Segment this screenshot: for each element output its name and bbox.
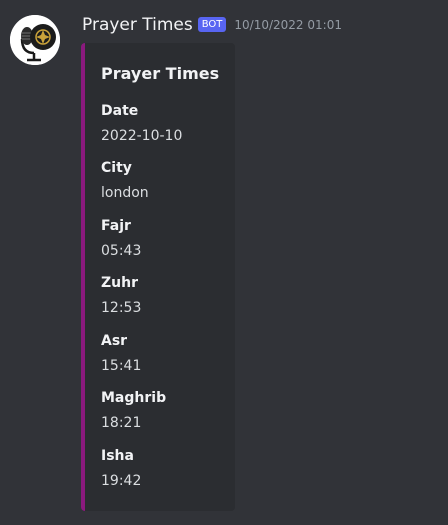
field-name: Maghrib: [101, 390, 167, 406]
field-name: Date: [101, 103, 139, 119]
embed-field-isha: Isha 19:42: [101, 447, 141, 490]
chat-message: Prayer Times BOT 10/10/2022 01:01 Prayer…: [0, 0, 448, 525]
field-value: 05:43: [101, 243, 142, 259]
embed-field-city: City london: [101, 159, 149, 202]
field-name: Fajr: [101, 218, 131, 234]
field-value: 2022-10-10: [101, 128, 183, 144]
bot-badge: BOT: [197, 16, 227, 32]
field-name: City: [101, 160, 132, 176]
field-name: Asr: [101, 333, 128, 349]
embed-field-date: Date 2022-10-10: [101, 102, 182, 145]
field-value: 19:42: [101, 473, 142, 489]
embed-field-fajr: Fajr 05:43: [101, 217, 141, 260]
field-value: 15:41: [101, 358, 142, 374]
embed-field-zuhr: Zuhr 12:53: [101, 274, 141, 317]
message-timestamp[interactable]: 10/10/2022 01:01: [234, 18, 342, 32]
field-value: 18:21: [101, 415, 142, 431]
embed-title: Prayer Times: [101, 64, 220, 83]
embed-field-maghrib: Maghrib 18:21: [101, 389, 166, 432]
field-name: Isha: [101, 448, 134, 464]
author-name[interactable]: Prayer Times: [82, 15, 193, 35]
field-value: 12:53: [101, 300, 142, 316]
embed-card: Prayer Times Date 2022-10-10 City london…: [81, 43, 235, 511]
message-header: Prayer Times BOT 10/10/2022 01:01: [82, 14, 342, 36]
field-name: Zuhr: [101, 275, 138, 291]
embed-field-asr: Asr 15:41: [101, 332, 141, 375]
bot-avatar[interactable]: [10, 15, 60, 65]
microphone-icon: [10, 15, 60, 65]
field-value: london: [101, 185, 149, 201]
